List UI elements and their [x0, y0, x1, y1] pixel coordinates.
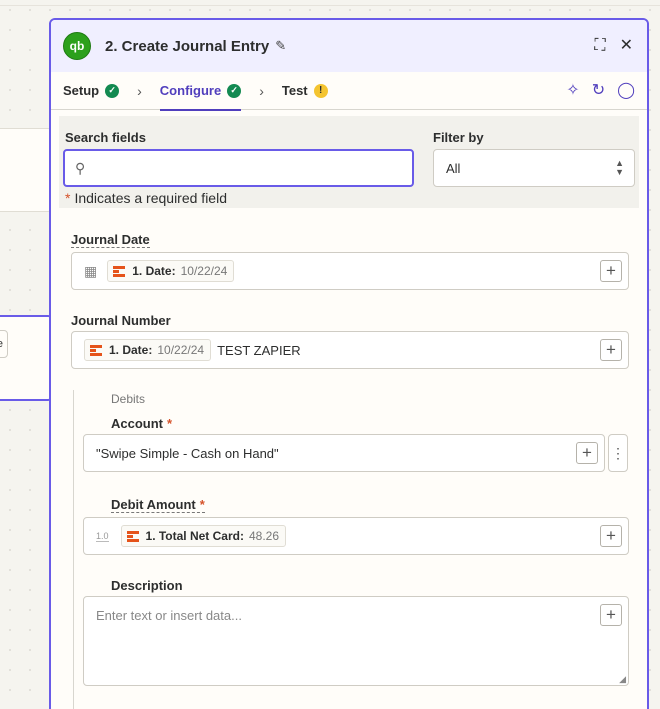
filter-by-label: Filter by: [433, 130, 484, 145]
account-field[interactable]: "Swipe Simple - Cash on Hand" +: [83, 434, 605, 472]
filter-by-value: All: [446, 160, 461, 176]
ai-sparkle-icon[interactable]: ✧: [566, 82, 579, 100]
search-fields-input-wrapper: ⚲: [63, 149, 414, 187]
zap-step-icon: [113, 266, 126, 277]
check-icon: ✓: [227, 83, 242, 98]
account-label: Account *: [111, 416, 172, 431]
expand-icon[interactable]: ⛶: [594, 36, 605, 56]
description-placeholder: Enter text or insert data...: [96, 608, 242, 623]
pill-value: 10/22/24: [157, 343, 205, 357]
tab-test-label: Test: [281, 83, 308, 98]
search-fields-label: Search fields: [65, 130, 146, 145]
insert-data-button[interactable]: +: [600, 604, 622, 626]
tab-configure[interactable]: Configure ✓: [159, 72, 242, 111]
debit-amount-field[interactable]: 1.0 1. Total Net Card: 48.26 +: [83, 517, 629, 555]
search-icon: ⚲: [75, 159, 86, 176]
journal-number-text: TEST ZAPIER: [217, 342, 301, 358]
journal-date-label: Journal Date: [71, 232, 150, 248]
more-options-icon[interactable]: ⋮: [608, 434, 628, 472]
journal-date-field[interactable]: ▦ 1. Date: 10/22/24 +: [71, 252, 629, 290]
canvas-chip[interactable]: e: [0, 330, 8, 358]
pill-label: 1. Date:: [109, 343, 153, 357]
check-icon: ✓: [105, 83, 120, 98]
zap-step-icon: [126, 531, 139, 542]
canvas-step-card[interactable]: [0, 128, 52, 212]
edit-title-pencil-icon[interactable]: ✎: [275, 38, 286, 54]
search-fields-input[interactable]: [91, 160, 392, 176]
step-tabs: Setup ✓ › Configure ✓ › Test ! ✧ ↻ ◯: [51, 72, 647, 111]
pill-value: 10/22/24: [180, 264, 228, 278]
tab-test[interactable]: Test !: [282, 72, 328, 110]
required-note-text: Indicates a required field: [74, 190, 227, 206]
journal-number-label: Journal Number: [71, 313, 171, 328]
canvas-step-card-selected[interactable]: [0, 315, 52, 401]
description-label: Description: [111, 578, 183, 593]
total-net-card-data-pill[interactable]: 1. Total Net Card: 48.26: [120, 525, 287, 547]
step-editor-panel: qb 2. Create Journal Entry ✎ ⛶ ✕ Setup ✓…: [49, 18, 649, 709]
refresh-icon[interactable]: ↻: [592, 82, 605, 100]
tab-configure-label: Configure: [159, 83, 222, 98]
calendar-icon: ▦: [84, 262, 98, 279]
required-star: *: [65, 190, 71, 206]
chevron-right-icon: ›: [137, 82, 142, 99]
required-star: *: [167, 416, 173, 431]
pill-label: 1. Date:: [132, 264, 176, 278]
warning-icon: !: [313, 83, 328, 98]
debit-amount-label-text: Debit Amount: [111, 497, 196, 512]
step-title: 2. Create Journal Entry: [105, 37, 270, 55]
debits-group-line: [73, 390, 74, 709]
debits-group-title: Debits: [111, 392, 146, 406]
panel-header: qb 2. Create Journal Entry ✎ ⛶ ✕: [51, 20, 647, 72]
field-filter-bar: Search fields Filter by ⚲ All ▲ ▼ * Indica…: [59, 116, 639, 208]
account-label-text: Account: [111, 416, 163, 431]
journal-number-field[interactable]: 1. Date: 10/22/24 TEST ZAPIER +: [71, 331, 629, 369]
number-type-icon: 1.0: [96, 530, 109, 542]
date-data-pill[interactable]: 1. Date: 10/22/24: [107, 260, 235, 282]
debit-amount-label: Debit Amount *: [111, 497, 205, 513]
close-icon[interactable]: ✕: [620, 36, 633, 56]
tab-setup-label: Setup: [63, 83, 100, 98]
comment-icon[interactable]: ◯: [617, 82, 635, 100]
required-star: *: [199, 497, 205, 512]
insert-data-button[interactable]: +: [600, 525, 622, 547]
required-field-note: * Indicates a required field: [65, 190, 227, 206]
tab-setup[interactable]: Setup ✓: [63, 72, 120, 110]
canvas-top-edge: [0, 0, 660, 6]
pill-value: 48.26: [248, 529, 280, 543]
canvas-chip-text: e: [0, 338, 3, 350]
select-arrows-icon: ▲ ▼: [615, 158, 624, 177]
insert-data-button[interactable]: +: [600, 260, 622, 282]
insert-data-button[interactable]: +: [576, 442, 598, 464]
quickbooks-logo-icon: qb: [63, 32, 91, 60]
chevron-right-icon: ›: [259, 82, 264, 99]
insert-data-button[interactable]: +: [600, 339, 622, 361]
filter-by-select[interactable]: All ▲ ▼: [433, 149, 635, 187]
description-field[interactable]: Enter text or insert data... + ◢: [83, 596, 629, 686]
account-value: "Swipe Simple - Cash on Hand": [96, 445, 279, 461]
resize-handle-icon[interactable]: ◢: [619, 674, 626, 685]
zap-step-icon: [90, 345, 102, 356]
pill-label: 1. Total Net Card:: [145, 529, 244, 543]
date-data-pill[interactable]: 1. Date: 10/22/24: [84, 339, 212, 361]
